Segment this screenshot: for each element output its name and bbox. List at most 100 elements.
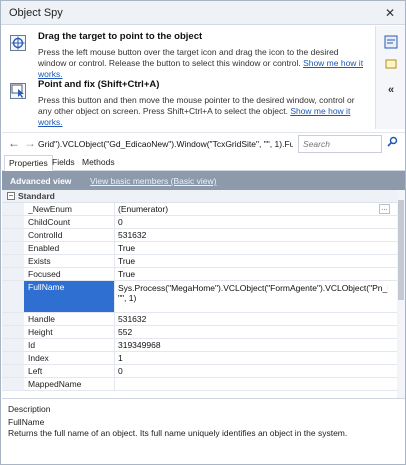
description-member-name: FullName xyxy=(8,417,45,427)
back-arrow-icon[interactable]: ← xyxy=(8,136,22,150)
property-row[interactable]: Left 0 xyxy=(2,365,397,378)
object-path: Grid").VCLObject("Gd_EdicaoNew").Window(… xyxy=(38,139,293,149)
vertical-scrollbar[interactable] xyxy=(397,190,405,398)
property-name: Exists xyxy=(28,256,51,266)
column-divider xyxy=(114,326,115,338)
property-row[interactable]: Id 319349968 xyxy=(2,339,397,352)
forward-arrow-icon[interactable]: → xyxy=(24,136,38,150)
column-divider xyxy=(114,339,115,351)
column-divider xyxy=(114,281,115,312)
property-name: Left xyxy=(28,366,43,376)
row-gutter xyxy=(2,255,24,267)
object-path-bar: ← → Grid").VCLObject("Gd_EdicaoNew").Win… xyxy=(2,132,405,154)
column-divider xyxy=(114,255,115,267)
row-gutter xyxy=(2,242,24,254)
column-divider xyxy=(114,203,115,215)
property-row[interactable]: Handle 531632 xyxy=(2,313,397,326)
tab-strip: Properties Fields Methods xyxy=(2,155,405,171)
property-value[interactable]: True xyxy=(118,269,388,279)
note-icon[interactable] xyxy=(383,56,399,72)
property-value[interactable]: Sys.Process("MegaHome").VCLObject("FormA… xyxy=(118,283,388,303)
title-bar: Object Spy ✕ xyxy=(1,1,405,25)
advanced-view-bar: Advanced view View basic members (Basic … xyxy=(2,171,405,190)
property-row[interactable]: ChildCount 0 xyxy=(2,216,397,229)
description-heading: Description xyxy=(8,404,51,414)
tab-methods[interactable]: Methods xyxy=(78,155,119,171)
property-value[interactable]: 0 xyxy=(118,366,388,376)
property-row[interactable]: MappedName xyxy=(2,378,397,391)
property-name: Focused xyxy=(28,269,61,279)
column-divider xyxy=(114,268,115,280)
row-gutter xyxy=(2,365,24,377)
property-name: FullName xyxy=(28,282,65,292)
section-standard: − Standard xyxy=(2,190,397,203)
row-gutter xyxy=(2,268,24,280)
column-divider xyxy=(114,365,115,377)
property-row[interactable]: Focused True xyxy=(2,268,397,281)
point-and-fix-description: Press this button and then move the mous… xyxy=(38,95,368,128)
property-name: Height xyxy=(28,327,53,337)
row-gutter xyxy=(2,203,24,215)
property-row[interactable]: Exists True xyxy=(2,255,397,268)
drag-target-description: Press the left mouse button over the tar… xyxy=(38,47,368,80)
point-and-fix-icon[interactable] xyxy=(10,83,26,99)
row-gutter xyxy=(2,229,24,241)
property-name: Id xyxy=(28,340,36,350)
crosshair-target-icon[interactable] xyxy=(10,35,26,51)
property-value[interactable]: 319349968 xyxy=(118,340,388,350)
close-button[interactable]: ✕ xyxy=(383,6,397,20)
point-and-fix-heading: Point and fix (Shift+Ctrl+A) xyxy=(38,79,160,90)
property-value[interactable]: 1 xyxy=(118,353,388,363)
properties-grid: Advanced view View basic members (Basic … xyxy=(2,171,405,399)
property-value[interactable]: True xyxy=(118,243,388,253)
property-row[interactable]: Enabled True xyxy=(2,242,397,255)
row-gutter xyxy=(2,378,24,390)
window-title: Object Spy xyxy=(9,7,63,19)
property-name: _NewEnum xyxy=(28,204,72,214)
column-divider xyxy=(114,378,115,390)
property-name: MappedName xyxy=(28,379,82,389)
right-rail: « xyxy=(375,26,405,129)
property-row[interactable]: Height 552 xyxy=(2,326,397,339)
column-divider xyxy=(114,352,115,364)
property-name: Enabled xyxy=(28,243,60,253)
collapse-toggle-icon[interactable]: − xyxy=(7,192,15,200)
search-input[interactable] xyxy=(298,135,382,153)
property-value[interactable]: 531632 xyxy=(118,230,388,240)
drag-target-desc-text: Press the left mouse button over the tar… xyxy=(38,47,339,68)
description-panel: Description FullName Returns the full na… xyxy=(2,400,405,464)
scrollbar-thumb[interactable] xyxy=(398,200,404,300)
collapse-panel-button[interactable]: « xyxy=(383,82,399,98)
property-value[interactable]: 531632 xyxy=(118,314,388,324)
property-name: Index xyxy=(28,353,49,363)
column-divider xyxy=(114,229,115,241)
advanced-view-title: Advanced view xyxy=(10,176,72,186)
basic-view-link[interactable]: View basic members (Basic view) xyxy=(90,176,216,186)
tab-fields[interactable]: Fields xyxy=(48,155,79,171)
highlight-object-icon[interactable] xyxy=(383,34,399,50)
search-icon[interactable] xyxy=(384,136,400,152)
row-gutter xyxy=(2,216,24,228)
ellipsis-button[interactable]: … xyxy=(379,204,390,214)
column-divider xyxy=(114,242,115,254)
property-name: ControlId xyxy=(28,230,63,240)
property-name: ChildCount xyxy=(28,217,71,227)
property-name: Handle xyxy=(28,314,55,324)
row-gutter xyxy=(2,339,24,351)
column-divider xyxy=(114,313,115,325)
section-label: Standard xyxy=(18,191,55,201)
row-gutter xyxy=(2,352,24,364)
tab-properties[interactable]: Properties xyxy=(4,155,53,171)
property-row[interactable]: Index 1 xyxy=(2,352,397,365)
property-row[interactable]: FullName Sys.Process("MegaHome").VCLObjec… xyxy=(2,281,397,313)
property-value[interactable]: (Enumerator) xyxy=(118,204,388,214)
property-value[interactable]: True xyxy=(118,256,388,266)
property-value[interactable]: 0 xyxy=(118,217,388,227)
property-row[interactable]: ControlId 531632 xyxy=(2,229,397,242)
object-spy-window: Object Spy ✕ Drag the target to point to… xyxy=(0,0,406,465)
target-panel: Drag the target to point to the object P… xyxy=(2,26,374,128)
property-value[interactable]: 552 xyxy=(118,327,388,337)
drag-target-heading: Drag the target to point to the object xyxy=(38,31,203,42)
property-row[interactable]: _NewEnum (Enumerator)… xyxy=(2,203,397,216)
row-gutter xyxy=(2,281,24,312)
